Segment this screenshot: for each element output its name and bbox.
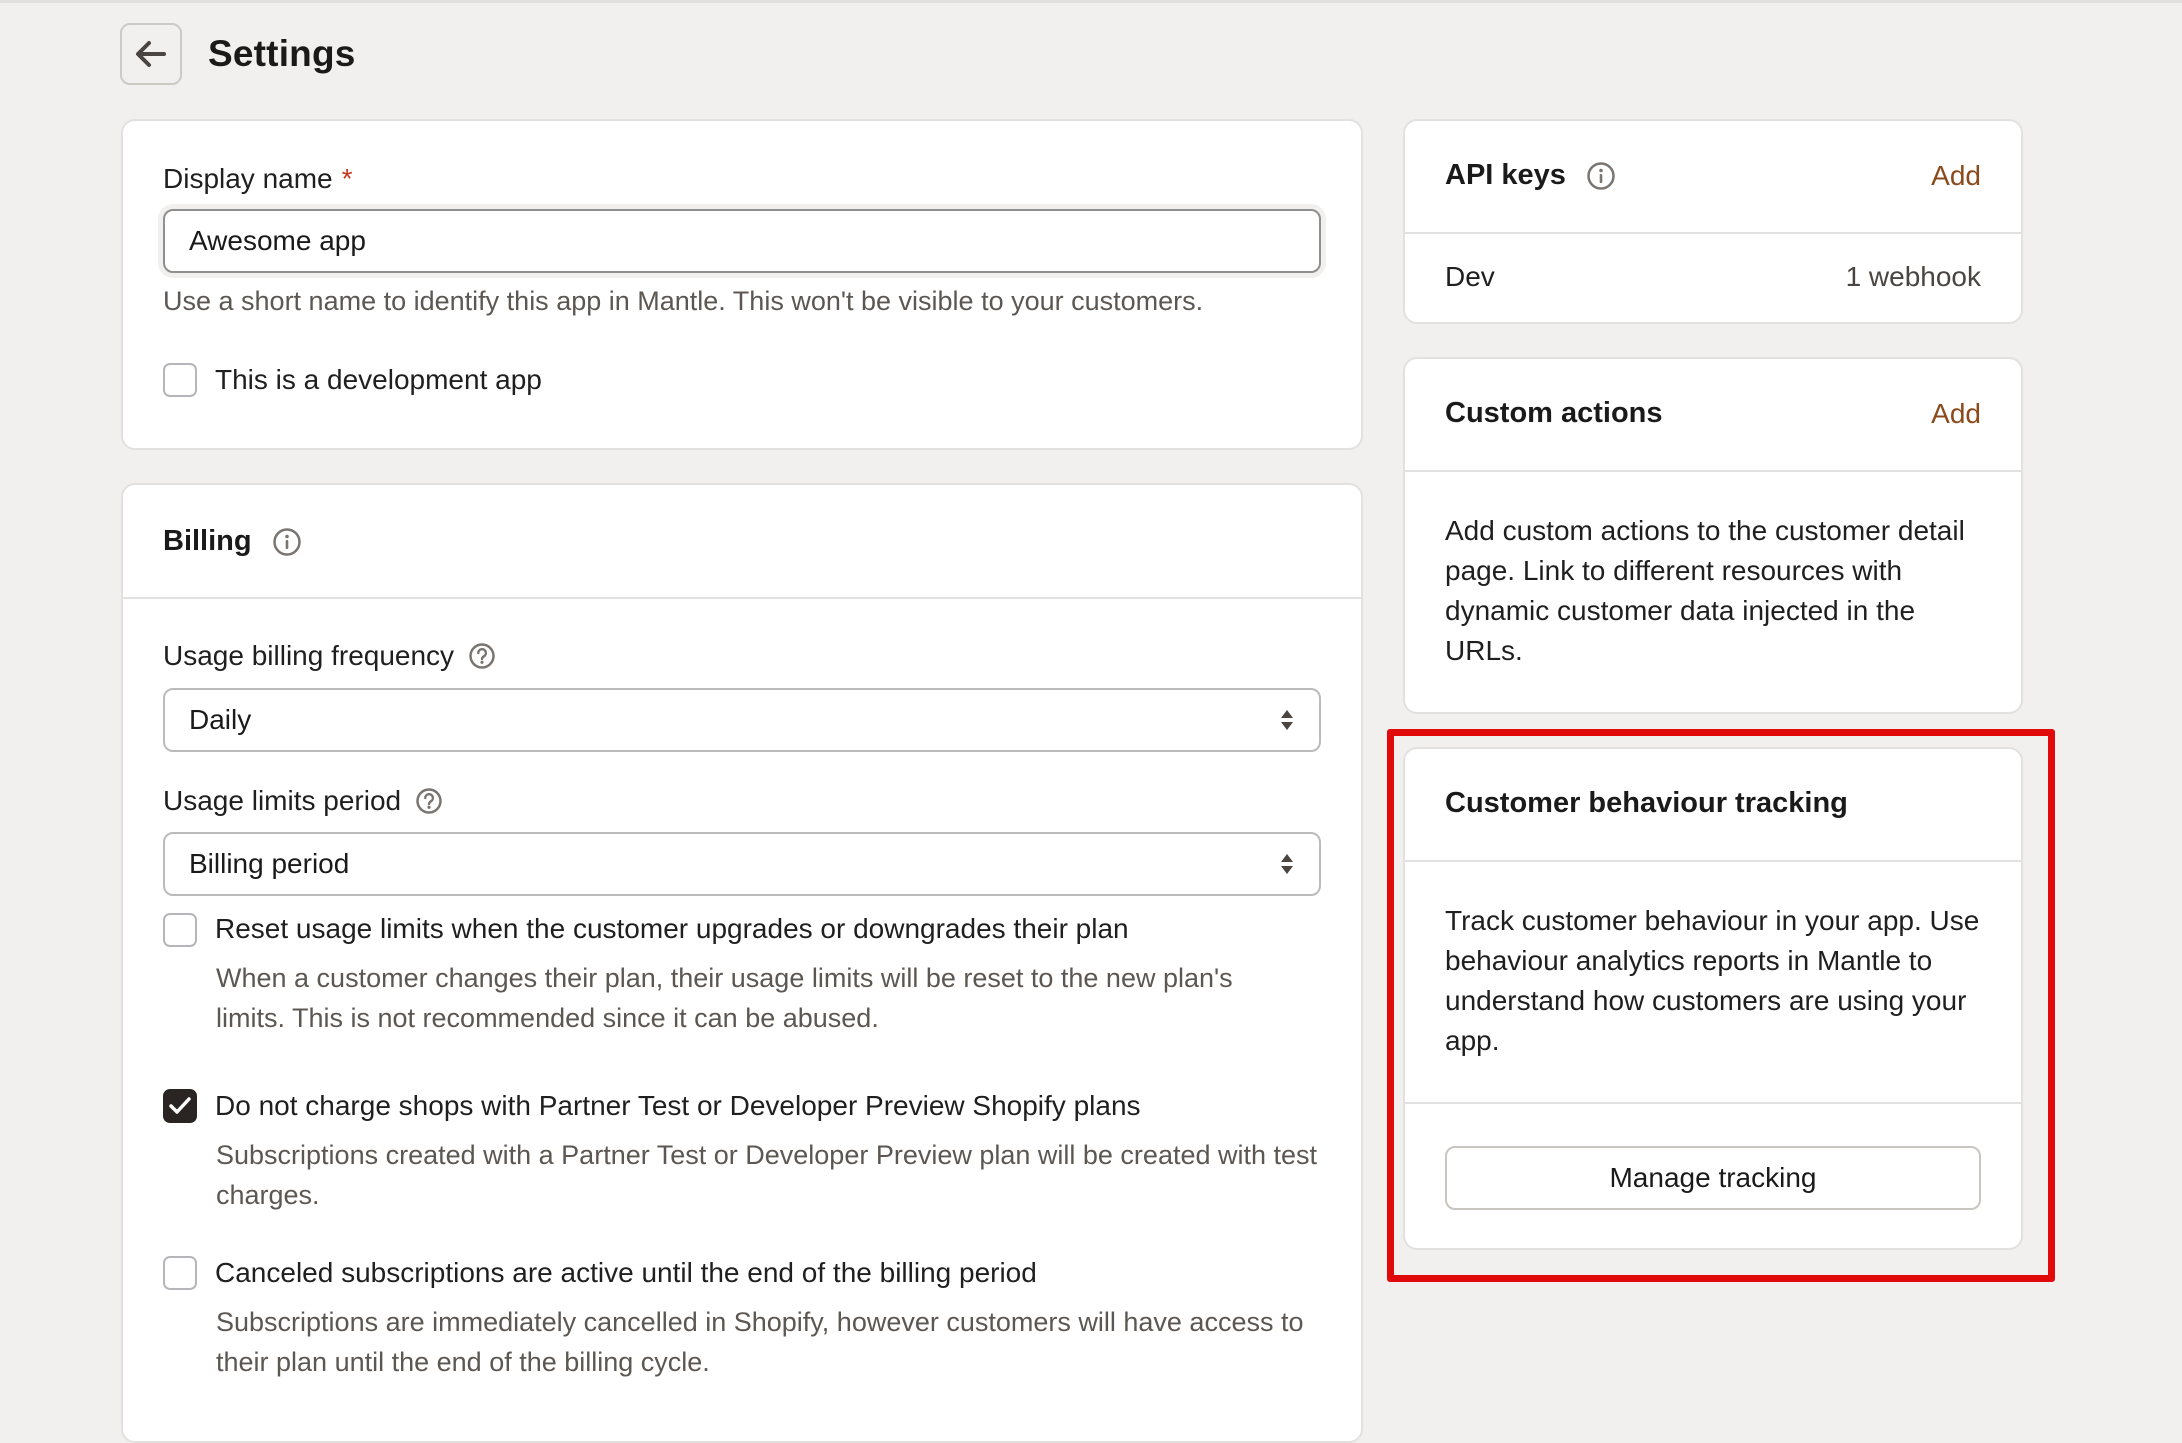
- arrow-left-icon: [136, 41, 166, 67]
- canceled-active-until-end-label: Canceled subscriptions are active until …: [215, 1257, 1037, 1288]
- custom-actions-title: Custom actions: [1445, 397, 1663, 429]
- display-name-label-text: Display name: [163, 163, 333, 194]
- canceled-active-until-end-checkbox[interactable]: [163, 1256, 197, 1290]
- api-keys-title-text: API keys: [1445, 159, 1566, 191]
- required-marker: *: [341, 163, 353, 194]
- reset-usage-limits-checkbox[interactable]: [163, 913, 197, 947]
- usage-limits-period-label-text: Usage limits period: [163, 785, 402, 816]
- api-keys-divider: [1405, 232, 2021, 234]
- info-icon[interactable]: [272, 527, 302, 557]
- manage-tracking-button[interactable]: Manage tracking: [1445, 1146, 1981, 1210]
- no-charge-test-plans-label: Do not charge shops with Partner Test or…: [215, 1090, 1141, 1121]
- no-charge-test-plans-checkbox[interactable]: [163, 1089, 197, 1123]
- checkmark-icon: [169, 1097, 191, 1114]
- api-keys-card: API keys Add Dev 1 webhook: [1403, 119, 2023, 324]
- usage-billing-frequency-value: Daily: [189, 704, 252, 735]
- api-key-webhook-count: 1 webhook: [1845, 261, 1981, 292]
- reset-usage-limits-help: When a customer changes their plan, thei…: [216, 963, 1233, 1033]
- billing-card: Billing Usage billing frequency Daily Us…: [121, 483, 1363, 1443]
- customer-behaviour-tracking-card: Customer behaviour tracking Track custom…: [1403, 747, 2023, 1250]
- billing-title: Billing: [163, 525, 302, 558]
- display-name-input[interactable]: [163, 209, 1321, 273]
- usage-billing-frequency-label: Usage billing frequency: [163, 640, 496, 672]
- display-name-label: Display name *: [163, 163, 353, 195]
- dev-app-label: This is a development app: [215, 364, 542, 395]
- page-header: Settings: [120, 22, 356, 86]
- select-arrows-icon: [1281, 854, 1293, 874]
- question-icon[interactable]: [415, 787, 443, 815]
- tracking-description: Track customer behaviour in your app. Us…: [1445, 905, 1980, 1056]
- dev-app-checkbox[interactable]: [163, 363, 197, 397]
- tracking-title: Customer behaviour tracking: [1445, 787, 1848, 819]
- display-name-card: Display name * Use a short name to ident…: [121, 119, 1363, 450]
- usage-billing-frequency-select[interactable]: Daily: [163, 688, 1321, 752]
- custom-actions-description: Add custom actions to the customer detai…: [1445, 515, 1965, 666]
- canceled-active-until-end-help: Subscriptions are immediately cancelled …: [216, 1307, 1304, 1377]
- top-border: [0, 0, 2182, 3]
- add-api-key-link[interactable]: Add: [1931, 160, 1981, 192]
- reset-usage-limits-label: Reset usage limits when the customer upg…: [215, 913, 1129, 944]
- billing-title-text: Billing: [163, 525, 252, 557]
- tracking-divider-top: [1405, 860, 2021, 862]
- api-keys-title: API keys: [1445, 159, 1616, 192]
- api-key-name: Dev: [1445, 261, 1495, 292]
- usage-limits-period-label: Usage limits period: [163, 785, 443, 817]
- display-name-help: Use a short name to identify this app in…: [163, 286, 1204, 316]
- question-icon[interactable]: [468, 642, 496, 670]
- page-title: Settings: [208, 33, 356, 74]
- select-arrows-icon: [1281, 710, 1293, 730]
- usage-limits-period-value: Billing period: [189, 848, 350, 879]
- billing-divider: [123, 597, 1361, 599]
- add-custom-action-link[interactable]: Add: [1931, 398, 1981, 430]
- usage-limits-period-select[interactable]: Billing period: [163, 832, 1321, 896]
- usage-billing-frequency-label-text: Usage billing frequency: [163, 640, 455, 671]
- custom-actions-divider: [1405, 470, 2021, 472]
- info-icon[interactable]: [1586, 161, 1616, 191]
- no-charge-test-plans-help: Subscriptions created with a Partner Tes…: [216, 1140, 1318, 1210]
- back-button[interactable]: [120, 23, 182, 85]
- custom-actions-card: Custom actions Add Add custom actions to…: [1403, 357, 2023, 714]
- tracking-divider-bottom: [1405, 1102, 2021, 1104]
